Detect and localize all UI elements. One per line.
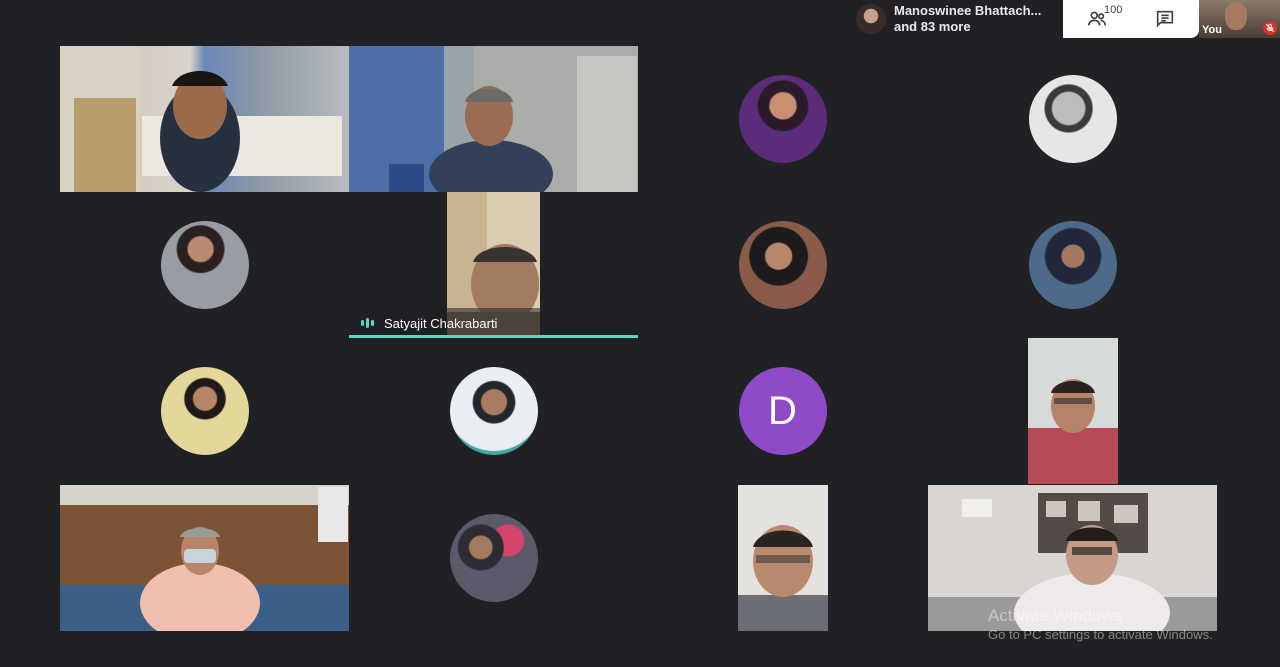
letter-avatar: D	[738, 367, 827, 455]
video-feed	[1028, 338, 1118, 484]
participant-avatar	[449, 367, 538, 455]
participant-tile-video[interactable]	[638, 485, 927, 631]
participant-avatar	[160, 221, 249, 309]
participant-avatar	[738, 75, 827, 163]
participant-tile-video[interactable]	[928, 338, 1217, 484]
participant-avatar	[738, 221, 827, 309]
participant-tile-avatar[interactable]	[638, 46, 927, 192]
participant-avatar	[449, 514, 538, 602]
video-feed	[738, 485, 828, 631]
self-video	[1225, 2, 1247, 30]
presenter-name: Manoswinee Bhattach...	[894, 3, 1042, 18]
presenter-avatar	[856, 4, 886, 34]
participant-tile-avatar[interactable]	[349, 485, 638, 631]
participant-tile-video[interactable]	[349, 46, 638, 192]
video-feed	[60, 485, 349, 631]
participant-tile-video[interactable]	[60, 485, 349, 631]
speaker-name-bar: Satyajit Chakrabarti	[349, 308, 638, 338]
chat-icon	[1156, 10, 1174, 28]
watermark-title: Activate Windows	[988, 606, 1123, 625]
windows-activation-watermark: Activate Windows Go to PC settings to ac…	[988, 606, 1213, 642]
participant-avatar	[1028, 75, 1117, 163]
self-video-tile[interactable]: You	[1199, 0, 1280, 38]
chat-button[interactable]	[1154, 8, 1176, 30]
participant-grid: Satyajit Chakrabarti D	[60, 46, 1218, 631]
participant-tile-avatar[interactable]: D	[638, 338, 927, 484]
participant-tile-video[interactable]	[60, 46, 349, 192]
speaking-indicator-icon	[361, 318, 374, 328]
self-label: You	[1202, 24, 1222, 36]
participants-button[interactable]: 100	[1086, 4, 1122, 30]
participant-tile-avatar[interactable]	[349, 338, 638, 484]
video-feed	[60, 46, 342, 192]
participant-tile-avatar[interactable]	[928, 192, 1217, 338]
participant-avatar	[1028, 221, 1117, 309]
top-bar: Manoswinee Bhattach... and 83 more 100 Y…	[848, 0, 1280, 38]
participant-count: 100	[1104, 4, 1123, 16]
participant-tile-avatar[interactable]	[60, 192, 349, 338]
watermark-subtitle: Go to PC settings to activate Windows.	[988, 627, 1213, 642]
presenter-chip[interactable]: Manoswinee Bhattach... and 83 more	[848, 0, 1063, 38]
speaker-name: Satyajit Chakrabarti	[384, 315, 498, 331]
participant-avatar	[160, 367, 249, 455]
participant-tile-avatar[interactable]	[638, 192, 927, 338]
participant-tile-avatar[interactable]	[60, 338, 349, 484]
video-feed	[349, 46, 638, 192]
participant-tile-avatar[interactable]	[928, 46, 1217, 192]
presenter-more: and 83 more	[894, 19, 971, 34]
participant-tile-speaking[interactable]: Satyajit Chakrabarti	[349, 192, 638, 338]
mic-off-icon	[1263, 21, 1277, 35]
meeting-controls: 100	[1063, 0, 1199, 38]
